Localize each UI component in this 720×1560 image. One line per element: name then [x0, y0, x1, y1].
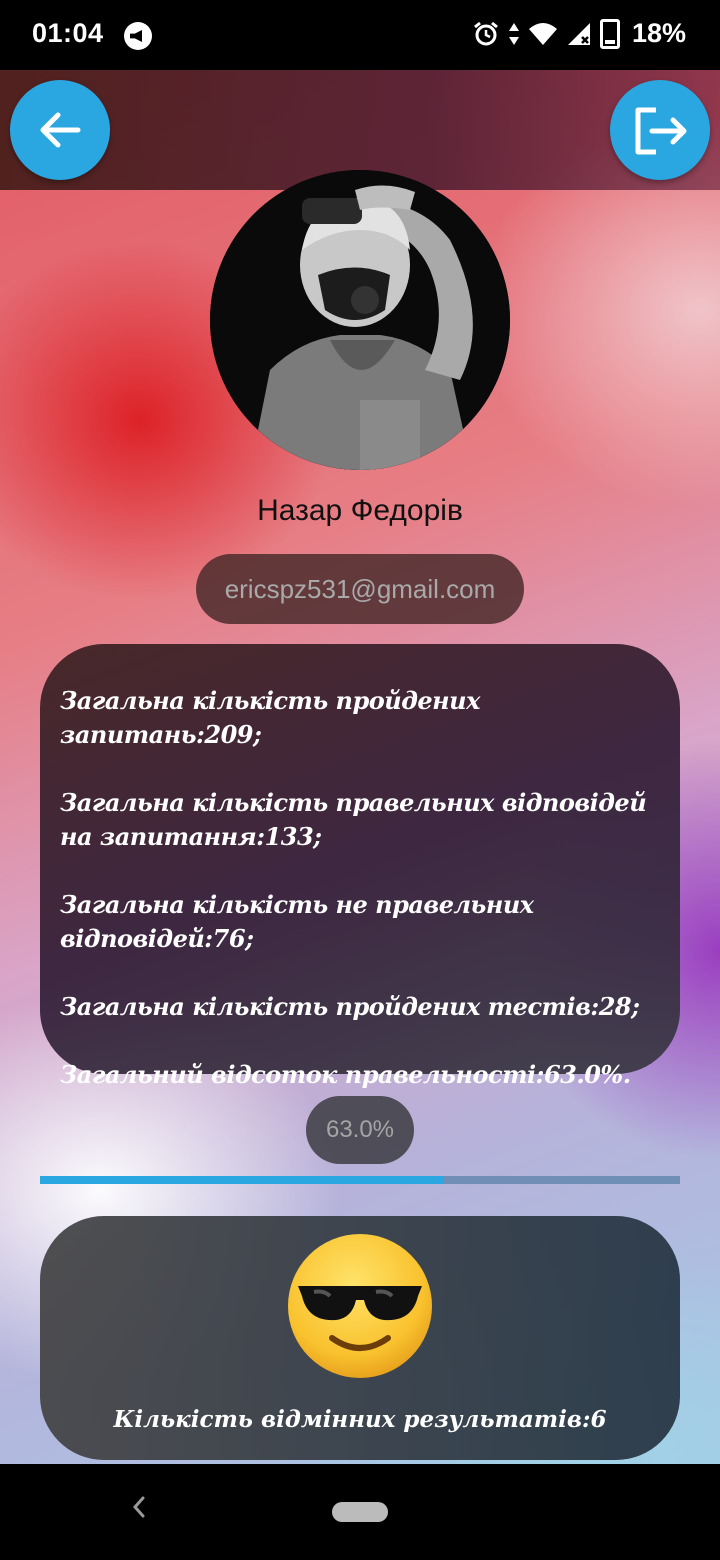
battery-icon: [599, 18, 620, 49]
logout-button[interactable]: [610, 80, 710, 180]
progress-percent-label: 63.0%: [306, 1096, 414, 1164]
sunglasses-face-icon: [288, 1234, 432, 1378]
stat-total-questions: Загальна кількість пройдених запитань:20…: [60, 686, 480, 749]
stat-correct-answers: Загальна кількість правельних відповідей…: [60, 788, 647, 851]
user-email: ericspz531@gmail.com: [196, 554, 524, 624]
progress-bar: [40, 1176, 680, 1184]
stat-wrong-answers: Загальна кількість не правельних відпові…: [60, 890, 534, 953]
status-bar: 01:04 18%: [0, 0, 720, 70]
battery-percent: 18%: [631, 18, 686, 48]
status-time: 01:04: [32, 18, 104, 48]
avatar-image: [210, 170, 510, 470]
avatar: [210, 170, 510, 470]
nav-back-icon[interactable]: [128, 1494, 150, 1520]
data-arrows-icon: [508, 22, 519, 45]
progress-bar-fill: [40, 1176, 444, 1184]
user-name: Назар Федорів: [257, 494, 463, 527]
back-button[interactable]: [10, 80, 110, 180]
signal-icon: [567, 22, 590, 45]
result-card: Кількість відмінних результатів:6: [40, 1216, 680, 1460]
logout-icon: [635, 107, 687, 155]
alarm-icon: [474, 21, 498, 45]
stat-total-tests: Загальна кількість пройдених тестів:28;: [60, 992, 640, 1021]
excellent-results-label: Кількість відмінних результатів:6: [113, 1406, 607, 1433]
statistics-card: Загальна кількість пройдених запитань:20…: [40, 644, 680, 1089]
arrow-left-icon: [40, 112, 81, 148]
stat-correct-percent: Загальний відсоток правельності:63.0%.: [60, 1060, 631, 1089]
megaphone-icon: [124, 22, 152, 50]
wifi-icon: [528, 22, 557, 45]
nav-home-handle[interactable]: [332, 1502, 388, 1522]
